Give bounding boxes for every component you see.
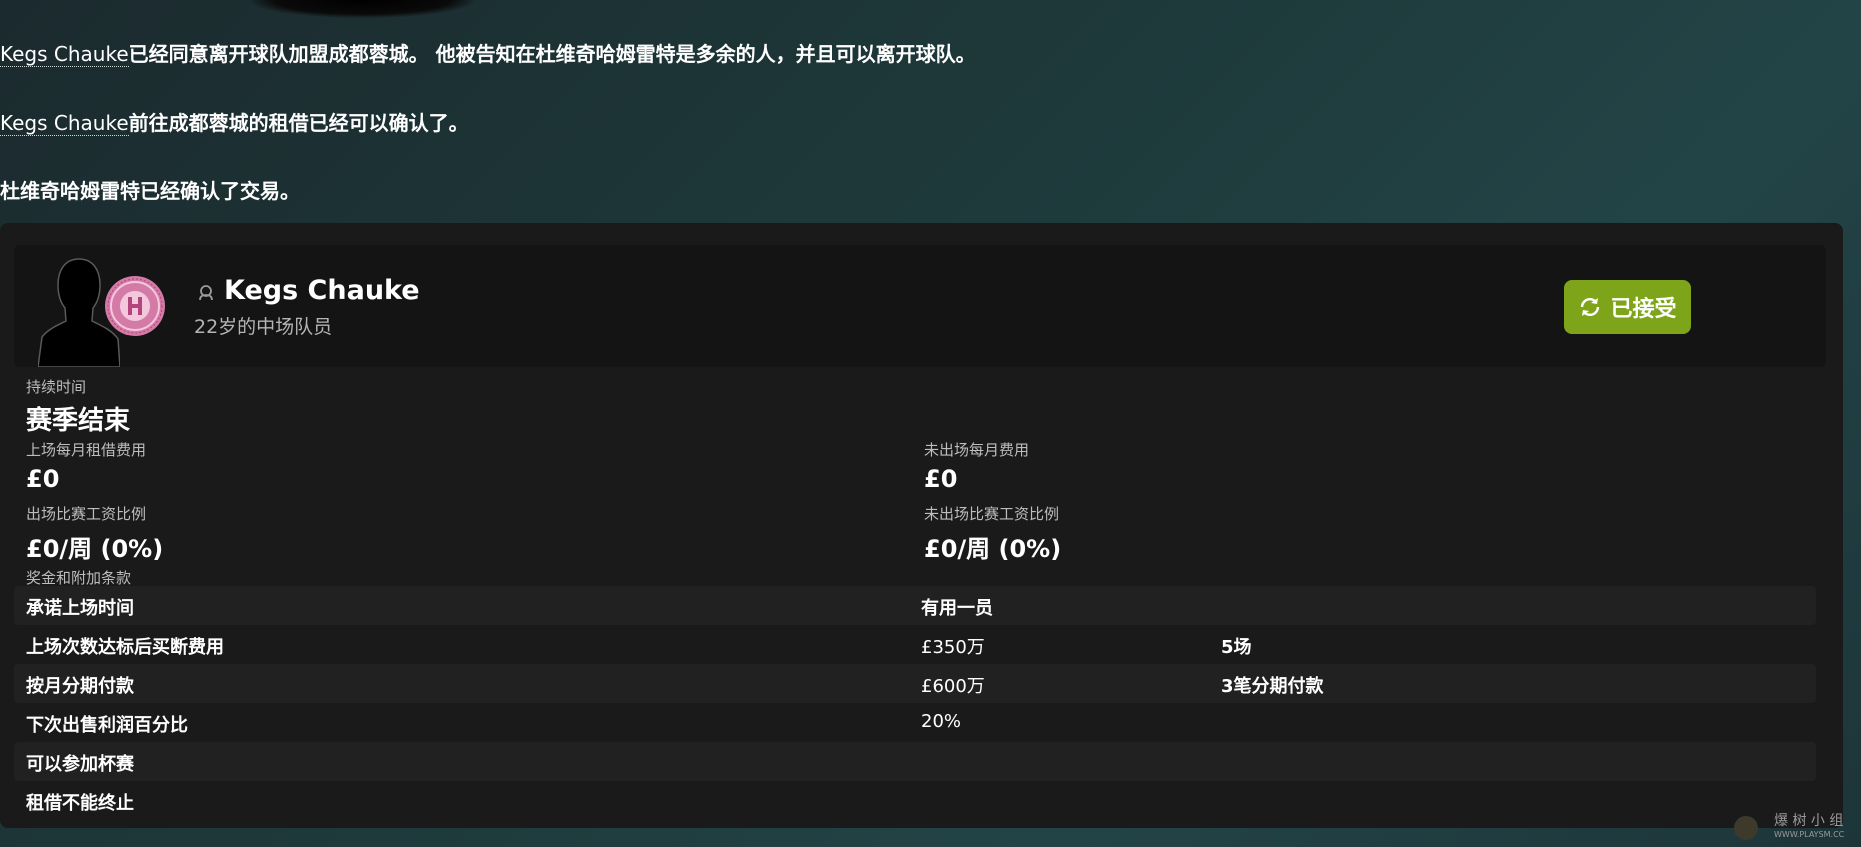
status-label: 已接受 <box>1610 297 1677 322</box>
clause-value: £600万 <box>921 676 985 697</box>
watermark-url: WWW.PLAYSM.CC <box>1774 830 1845 839</box>
fee-unplayed-label: 未出场每月费用 <box>924 441 1030 459</box>
wage-unplayed-label: 未出场比赛工资比例 <box>924 505 1060 523</box>
loan-details-panel: Kegs Chauke 22岁的中场队员 已接受 持续时间 赛季结束 上场每月租… <box>0 223 1843 828</box>
wage-played-label: 出场比赛工资比例 <box>26 505 147 523</box>
clause-name: 按月分期付款 <box>26 676 134 697</box>
message-text: 杜维奇哈姆雷特已经确认了交易。 <box>0 179 300 203</box>
clause-name: 上场次数达标后买断费用 <box>26 637 224 658</box>
clause-name: 下次出售利润百分比 <box>26 715 188 736</box>
table-row: 租借不能终止 <box>14 781 1816 820</box>
person-icon <box>199 285 213 301</box>
bonus-clauses-label: 奖金和附加条款 <box>26 569 132 587</box>
refresh-icon <box>1581 298 1600 316</box>
player-link[interactable]: Kegs Chauke <box>0 111 129 136</box>
player-name[interactable]: Kegs Chauke <box>224 275 420 306</box>
news-message-1: Kegs Chauke已经同意离开球队加盟成都蓉城。 他被告知在杜维奇哈姆雷特是… <box>0 40 976 68</box>
club-badge-icon[interactable] <box>104 275 166 337</box>
table-row: 下次出售利润百分比 20% <box>14 703 1816 742</box>
player-link[interactable]: Kegs Chauke <box>0 42 129 67</box>
status-accepted-button[interactable]: 已接受 <box>1564 280 1691 334</box>
news-message-3: 杜维奇哈姆雷特已经确认了交易。 <box>0 177 300 205</box>
clause-extra: 5场 <box>1221 637 1252 658</box>
message-text: 已经同意离开球队加盟成都蓉城。 他被告知在杜维奇哈姆雷特是多余的人，并且可以离开… <box>128 42 976 66</box>
watermark-text: 爆 树 小 组 <box>1774 813 1844 829</box>
watermark-logo-icon <box>1734 816 1758 840</box>
player-header-card: Kegs Chauke 22岁的中场队员 已接受 <box>14 245 1826 367</box>
clause-extra: 3笔分期付款 <box>1221 676 1324 697</box>
fee-unplayed-value: £0 <box>924 465 958 493</box>
clause-value: £350万 <box>921 637 985 658</box>
player-description: 22岁的中场队员 <box>194 316 333 338</box>
fee-played-value: £0 <box>26 465 60 493</box>
clause-value: 有用一员 <box>921 598 993 619</box>
clause-value: 20% <box>921 711 962 732</box>
clause-name: 可以参加杯赛 <box>26 754 134 775</box>
table-row: 承诺上场时间 有用一员 <box>14 586 1816 625</box>
watermark: 爆 树 小 组 WWW.PLAYSM.CC <box>1734 808 1856 842</box>
clause-name: 承诺上场时间 <box>26 598 134 619</box>
duration-label: 持续时间 <box>26 378 87 396</box>
table-row: 按月分期付款 £600万 3笔分期付款 <box>14 664 1816 703</box>
news-message-2: Kegs Chauke前往成都蓉城的租借已经可以确认了。 <box>0 109 469 137</box>
table-row: 可以参加杯赛 <box>14 742 1816 781</box>
fee-played-label: 上场每月租借费用 <box>26 441 147 459</box>
clause-name: 租借不能终止 <box>26 793 134 814</box>
message-text: 前往成都蓉城的租借已经可以确认了。 <box>128 111 469 135</box>
clauses-table: 承诺上场时间 有用一员 上场次数达标后买断费用 £350万 5场 按月分期付款 … <box>14 586 1816 820</box>
duration-value: 赛季结束 <box>26 406 131 436</box>
wage-unplayed-value: £0/周 (0%) <box>924 535 1062 563</box>
top-player-image <box>250 0 475 18</box>
wage-played-value: £0/周 (0%) <box>26 535 164 563</box>
table-row: 上场次数达标后买断费用 £350万 5场 <box>14 625 1816 664</box>
